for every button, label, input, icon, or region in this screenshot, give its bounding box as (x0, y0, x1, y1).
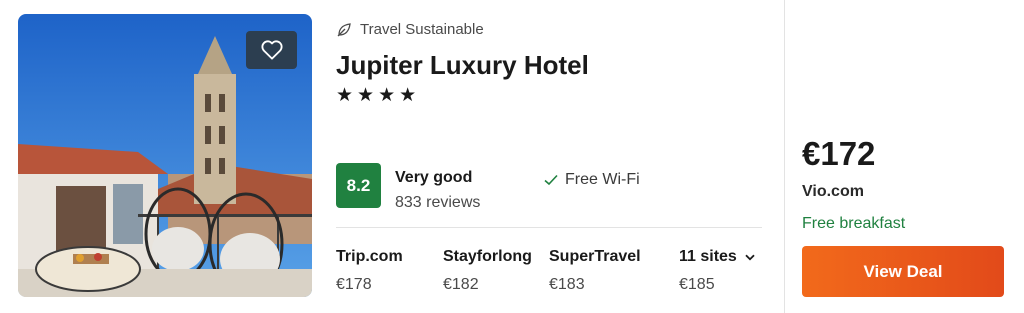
provider-name: SuperTravel (549, 248, 641, 265)
deal-perk: Free breakfast (802, 215, 906, 232)
divider (336, 227, 762, 228)
provider-name: Trip.com (336, 248, 403, 265)
hotel-info: Travel Sustainable Jupiter Luxury Hotel … (336, 0, 762, 313)
provider-price: €178 (336, 276, 372, 293)
column-divider (784, 0, 785, 313)
provider-more-sites[interactable]: 11 sites €185 (679, 248, 755, 294)
sustainability-badge[interactable]: Travel Sustainable (336, 21, 484, 38)
hotel-card[interactable]: Travel Sustainable Jupiter Luxury Hotel … (0, 0, 1024, 313)
review-count[interactable]: 833 reviews (395, 194, 480, 212)
provider-price: €185 (679, 276, 715, 293)
review-score-badge: 8.2 (336, 163, 381, 208)
favorite-button[interactable] (246, 31, 297, 69)
heart-icon (260, 40, 283, 60)
star-rating: ★★★★ (336, 85, 421, 106)
provider-trip[interactable]: Trip.com €178 (336, 248, 403, 294)
deal-site: Vio.com (802, 183, 864, 200)
provider-stayforlong[interactable]: Stayforlong €182 (443, 248, 532, 294)
leaf-icon (337, 22, 351, 36)
rating-text: Very good (395, 169, 473, 186)
hotel-name[interactable]: Jupiter Luxury Hotel (336, 50, 589, 81)
more-sites-toggle[interactable]: 11 sites (679, 248, 755, 266)
provider-name: Stayforlong (443, 248, 532, 265)
chevron-down-icon (745, 254, 755, 260)
more-sites-label: 11 sites (679, 248, 737, 265)
provider-price: €183 (549, 276, 585, 293)
check-icon (544, 174, 558, 186)
amenity-label: Free Wi-Fi (565, 171, 640, 188)
sustainability-label: Travel Sustainable (360, 21, 484, 38)
provider-price: €182 (443, 276, 479, 293)
deal-price: €172 (802, 135, 876, 172)
view-deal-button[interactable]: View Deal (802, 246, 1004, 297)
amenity-item: Free Wi-Fi (544, 171, 640, 189)
provider-supertravel[interactable]: SuperTravel €183 (549, 248, 641, 294)
